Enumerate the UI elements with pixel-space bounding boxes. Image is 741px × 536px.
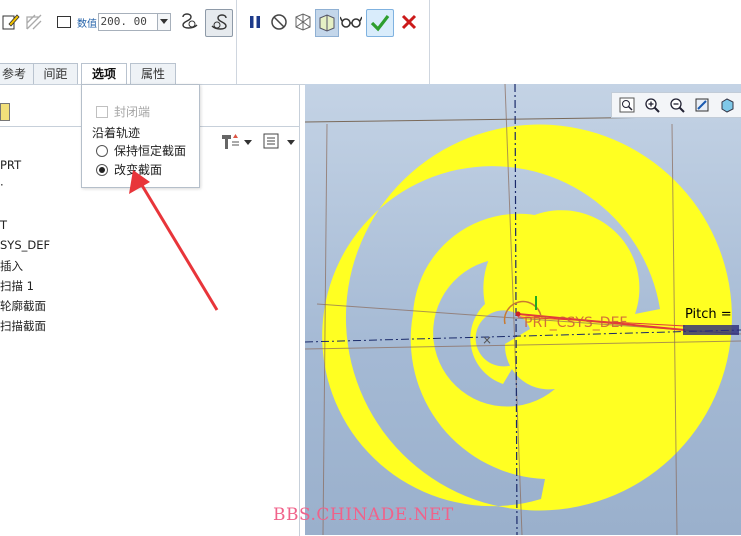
chevron-down-icon[interactable] bbox=[287, 135, 295, 145]
tree-settings-icon[interactable] bbox=[218, 130, 242, 152]
pause-icon[interactable] bbox=[244, 9, 266, 35]
value-input[interactable]: 200. 00 bbox=[97, 13, 158, 31]
constant-section-option[interactable]: 保持恒定截面 bbox=[96, 142, 186, 159]
refit-icon[interactable] bbox=[616, 95, 638, 115]
tree-item[interactable]: · bbox=[0, 178, 4, 192]
cancel-x-icon[interactable] bbox=[397, 9, 421, 35]
tree-item[interactable]: 插入 bbox=[0, 258, 23, 274]
pitch-dimension[interactable]: Pitch = bbox=[685, 307, 732, 322]
closed-end-option[interactable]: 封闭端 bbox=[96, 103, 150, 120]
tab-options[interactable]: 选项 bbox=[81, 63, 127, 85]
tree-item[interactable]: SYS_DEF bbox=[0, 238, 50, 252]
tab-references[interactable]: 参考 bbox=[0, 63, 34, 85]
constant-section-radio[interactable] bbox=[96, 144, 108, 157]
svg-text:×: × bbox=[482, 333, 492, 347]
closed-end-label: 封闭端 bbox=[114, 105, 151, 119]
csys-label: PRT_CSYS_DEF bbox=[524, 315, 628, 331]
zoom-out-icon[interactable] bbox=[666, 95, 688, 115]
variable-section-option[interactable]: 改变截面 bbox=[96, 161, 162, 178]
graphics-window[interactable]: × bbox=[305, 84, 741, 535]
show-list-icon[interactable] bbox=[260, 130, 282, 152]
tab-properties[interactable]: 属性 bbox=[130, 63, 176, 85]
closed-end-checkbox[interactable] bbox=[96, 105, 108, 118]
dashboard-tabs: 参考 间距 选项 属性 bbox=[0, 61, 236, 85]
tree-item[interactable]: 扫描截面 bbox=[0, 318, 46, 334]
hatch-icon[interactable] bbox=[23, 9, 45, 35]
helix-right-icon[interactable] bbox=[205, 9, 233, 37]
rectangle-icon[interactable] bbox=[54, 9, 74, 35]
glasses-icon[interactable] bbox=[339, 9, 363, 35]
panel-divider bbox=[299, 85, 300, 536]
value-combo[interactable]: 200. 00 bbox=[97, 9, 171, 35]
pitch-value[interactable] bbox=[683, 325, 739, 335]
toolbar-divider bbox=[429, 0, 430, 84]
watermark: BBS.CHINADE.NET bbox=[273, 505, 454, 525]
variable-section-radio[interactable] bbox=[96, 163, 108, 176]
tree-item[interactable]: T bbox=[0, 218, 7, 232]
shading-icon[interactable] bbox=[716, 95, 738, 115]
repaint-icon[interactable] bbox=[691, 95, 713, 115]
value-label-icon: 数值 bbox=[77, 18, 97, 30]
tree-item[interactable]: 轮廓截面 bbox=[0, 298, 46, 314]
constant-section-label: 保持恒定截面 bbox=[114, 144, 187, 158]
dropdown-arrow-icon[interactable] bbox=[157, 13, 171, 31]
tab-spacing[interactable]: 间距 bbox=[33, 63, 78, 85]
tree-item[interactable]: 扫描 1 bbox=[0, 278, 34, 294]
along-trajectory-label: 沿着轨迹 bbox=[92, 126, 141, 140]
spiral-model[interactable]: × bbox=[305, 84, 741, 535]
variable-section-label: 改变截面 bbox=[114, 163, 163, 177]
preview-verify-icon[interactable] bbox=[315, 9, 339, 37]
zoom-in-icon[interactable] bbox=[641, 95, 663, 115]
chevron-down-icon[interactable] bbox=[244, 135, 252, 145]
options-panel: 封闭端 沿着轨迹 保持恒定截面 改变截面 bbox=[81, 84, 200, 188]
no-icon[interactable] bbox=[268, 9, 290, 35]
pencil-icon[interactable] bbox=[0, 9, 22, 35]
feature-toolbar: 数值 200. 00 bbox=[0, 0, 741, 84]
toolbar-divider bbox=[236, 0, 237, 84]
preview-icon[interactable] bbox=[291, 9, 315, 35]
folder-icon[interactable] bbox=[0, 103, 10, 121]
confirm-check-icon[interactable] bbox=[366, 9, 394, 37]
helix-left-icon[interactable] bbox=[178, 9, 202, 35]
view-toolbar bbox=[611, 92, 741, 118]
tree-item[interactable]: PRT bbox=[0, 158, 21, 172]
